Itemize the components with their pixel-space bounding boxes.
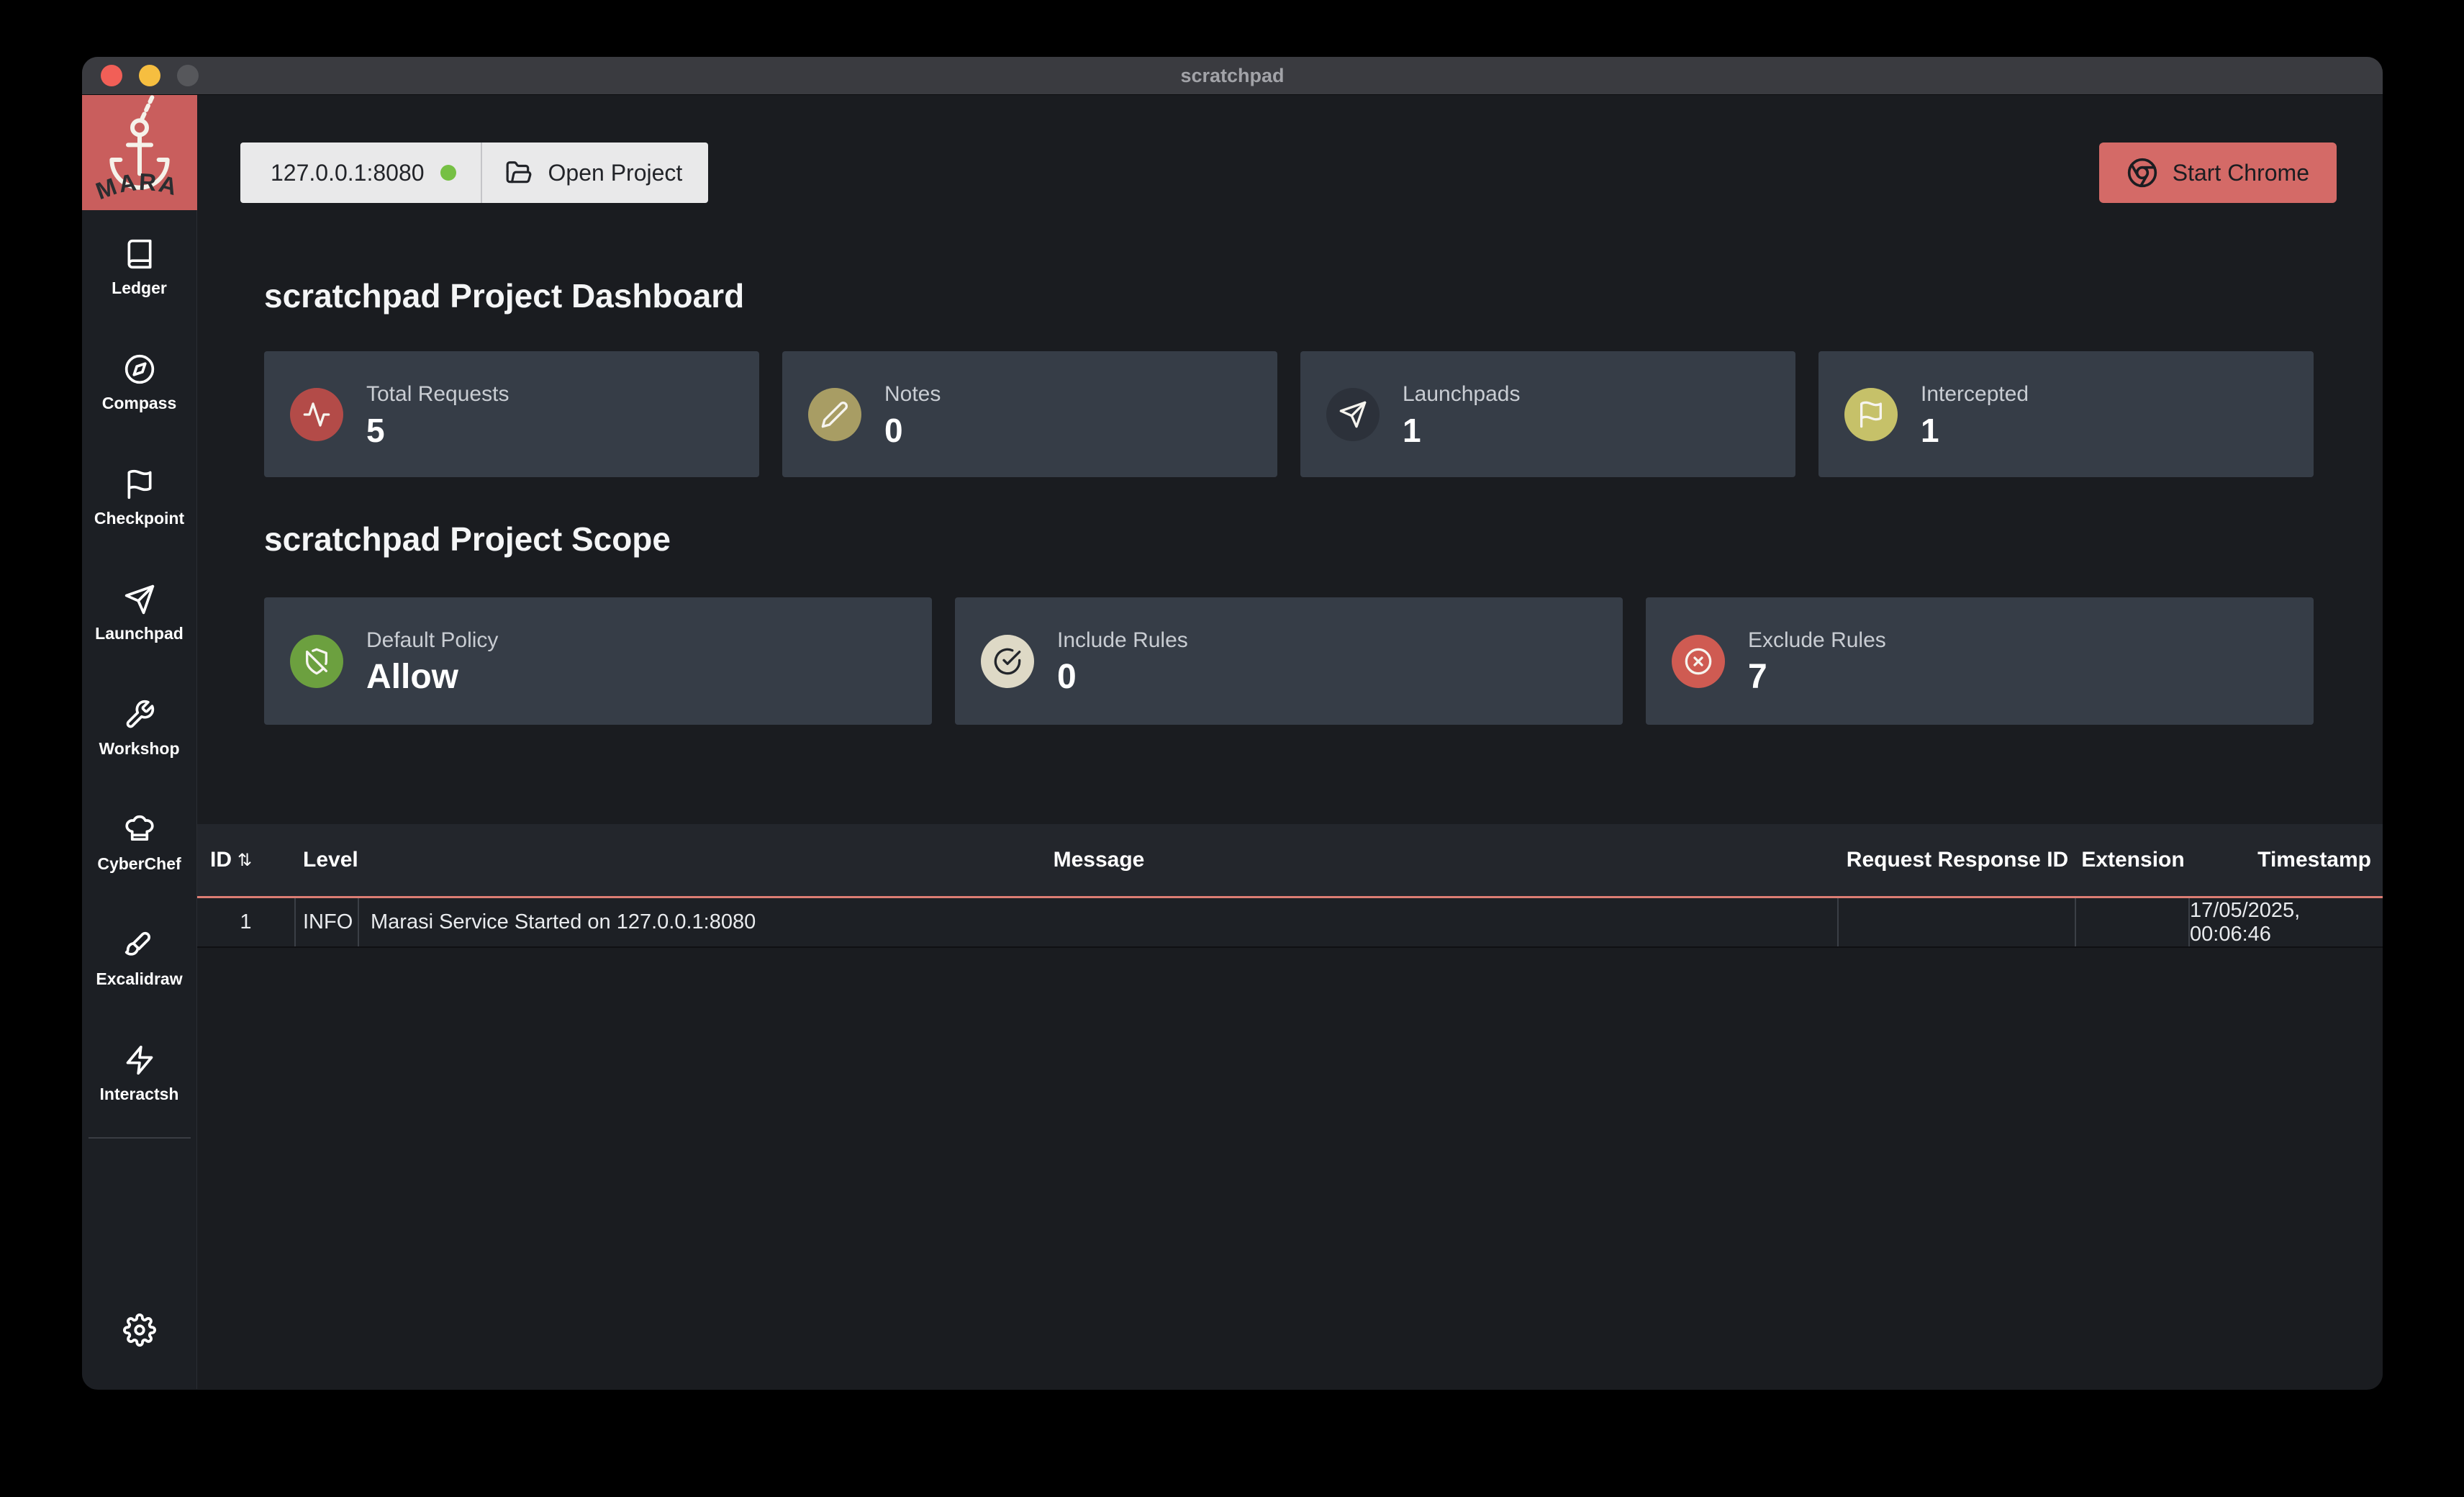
start-chrome-label: Start Chrome xyxy=(2173,160,2309,186)
main-content: 127.0.0.1:8080 Open Project Start Chrome… xyxy=(197,95,2383,1389)
sidebar-item-label: Ledger xyxy=(112,279,167,298)
column-header-request-response-id[interactable]: Request Response ID xyxy=(1839,824,2076,896)
scope-value: Allow xyxy=(366,660,498,695)
column-header-level[interactable]: Level xyxy=(296,824,359,896)
stat-value: 1 xyxy=(1403,414,1520,447)
sidebar-item-label: Launchpad xyxy=(95,624,184,643)
column-header-message[interactable]: Message xyxy=(359,824,1839,896)
open-project-label: Open Project xyxy=(548,160,683,186)
flag-icon xyxy=(1844,388,1898,441)
stat-label: Intercepted xyxy=(1921,382,2029,407)
chef-hat-icon xyxy=(124,814,155,846)
anchor-icon: MARASI xyxy=(82,95,197,210)
stat-label: Total Requests xyxy=(366,382,509,407)
scope-value: 7 xyxy=(1748,660,1886,695)
traffic-lights xyxy=(101,57,199,94)
sidebar-item-compass[interactable]: Compass xyxy=(82,325,197,440)
sidebar-item-label: Checkpoint xyxy=(94,509,184,528)
scope-value: 0 xyxy=(1057,660,1188,695)
pencil-icon xyxy=(808,388,861,441)
settings-button[interactable] xyxy=(123,1313,156,1349)
scope-card-include-rules: Include Rules 0 xyxy=(955,597,1623,725)
sidebar-item-label: CyberChef xyxy=(97,854,181,874)
scope-card-exclude-rules: Exclude Rules 7 xyxy=(1646,597,2314,725)
cell-timestamp: 17/05/2025, 00:06:46 xyxy=(2190,898,2383,946)
cell-message: Marasi Service Started on 127.0.0.1:8080 xyxy=(359,898,1839,946)
column-header-id[interactable]: ID ⇅ xyxy=(197,824,296,896)
dashboard-stats: Total Requests 5 Notes 0 xyxy=(264,351,2314,477)
x-circle-icon xyxy=(1672,635,1725,688)
sidebar-item-launchpad[interactable]: Launchpad xyxy=(82,556,197,671)
titlebar[interactable]: scratchpad xyxy=(82,57,2383,95)
sidebar-item-ledger[interactable]: Ledger xyxy=(82,210,197,325)
online-status-dot xyxy=(440,165,456,181)
close-window-button[interactable] xyxy=(101,65,122,86)
dashboard-title: scratchpad Project Dashboard xyxy=(264,276,2314,315)
stat-value: 5 xyxy=(366,414,509,447)
stat-label: Notes xyxy=(884,382,941,407)
column-header-timestamp[interactable]: Timestamp xyxy=(2190,824,2383,896)
zoom-window-button[interactable] xyxy=(177,65,199,86)
compass-icon xyxy=(124,353,155,385)
sidebar: MARASI Ledger Compass Checkpoint Launchp… xyxy=(82,95,197,1389)
paper-plane-icon xyxy=(124,584,155,615)
column-header-extension[interactable]: Extension xyxy=(2076,824,2190,896)
log-table: ID ⇅ Level Message Request Response ID E… xyxy=(197,824,2383,948)
cell-request-response-id xyxy=(1839,898,2076,946)
cell-level: INFO xyxy=(296,898,359,946)
paintbrush-icon xyxy=(124,929,155,961)
stat-card-launchpads: Launchpads 1 xyxy=(1300,351,1795,477)
proxy-control-group: 127.0.0.1:8080 Open Project xyxy=(240,143,708,203)
activity-icon xyxy=(290,388,343,441)
scope-title: scratchpad Project Scope xyxy=(264,520,2314,558)
cell-extension xyxy=(2076,898,2190,946)
stat-value: 0 xyxy=(884,414,941,447)
sidebar-item-workshop[interactable]: Workshop xyxy=(82,671,197,786)
sidebar-item-label: Workshop xyxy=(99,739,179,759)
toolbar: 127.0.0.1:8080 Open Project Start Chrome xyxy=(240,143,2337,203)
sort-icon: ⇅ xyxy=(237,850,252,871)
marasi-logo[interactable]: MARASI xyxy=(82,95,197,210)
flag-icon xyxy=(124,469,155,500)
scope-label: Default Policy xyxy=(366,628,498,653)
ledger-book-icon xyxy=(124,238,155,270)
proxy-address-text: 127.0.0.1:8080 xyxy=(271,160,425,186)
cell-id: 1 xyxy=(197,898,296,946)
lightning-bolt-icon xyxy=(124,1044,155,1076)
check-circle-icon xyxy=(981,635,1034,688)
log-table-row[interactable]: 1 INFO Marasi Service Started on 127.0.0… xyxy=(197,898,2383,948)
scope-label: Exclude Rules xyxy=(1748,628,1886,653)
stat-value: 1 xyxy=(1921,414,2029,447)
paper-plane-icon xyxy=(1326,388,1380,441)
proxy-address-display[interactable]: 127.0.0.1:8080 xyxy=(240,143,481,203)
scope-card-default-policy: Default Policy Allow xyxy=(264,597,932,725)
sidebar-divider xyxy=(89,1137,191,1139)
shield-off-icon xyxy=(290,635,343,688)
sidebar-item-cyberchef[interactable]: CyberChef xyxy=(82,786,197,901)
gear-icon xyxy=(123,1313,156,1347)
sidebar-item-label: Compass xyxy=(102,394,177,413)
scope-cards: Default Policy Allow Include Rules 0 xyxy=(264,597,2314,725)
sidebar-item-interactsh[interactable]: Interactsh xyxy=(82,1016,197,1131)
stat-label: Launchpads xyxy=(1403,382,1520,407)
svg-text:MARASI: MARASI xyxy=(82,95,181,205)
sidebar-item-label: Excalidraw xyxy=(96,969,182,989)
stat-card-intercepted: Intercepted 1 xyxy=(1818,351,2314,477)
minimize-window-button[interactable] xyxy=(139,65,160,86)
chrome-icon xyxy=(2126,157,2158,189)
app-window: scratchpad MARASI xyxy=(82,57,2383,1390)
folder-open-icon xyxy=(505,159,533,186)
stat-card-total-requests: Total Requests 5 xyxy=(264,351,759,477)
brand-text: MARASI xyxy=(82,95,181,205)
sidebar-item-excalidraw[interactable]: Excalidraw xyxy=(82,901,197,1016)
open-project-button[interactable]: Open Project xyxy=(481,143,709,203)
log-table-header: ID ⇅ Level Message Request Response ID E… xyxy=(197,824,2383,898)
start-chrome-button[interactable]: Start Chrome xyxy=(2099,143,2337,203)
sidebar-item-checkpoint[interactable]: Checkpoint xyxy=(82,440,197,556)
scope-label: Include Rules xyxy=(1057,628,1188,653)
wrench-icon xyxy=(124,699,155,731)
sidebar-item-label: Interactsh xyxy=(100,1085,179,1104)
window-title: scratchpad xyxy=(1180,65,1284,87)
stat-card-notes: Notes 0 xyxy=(782,351,1277,477)
